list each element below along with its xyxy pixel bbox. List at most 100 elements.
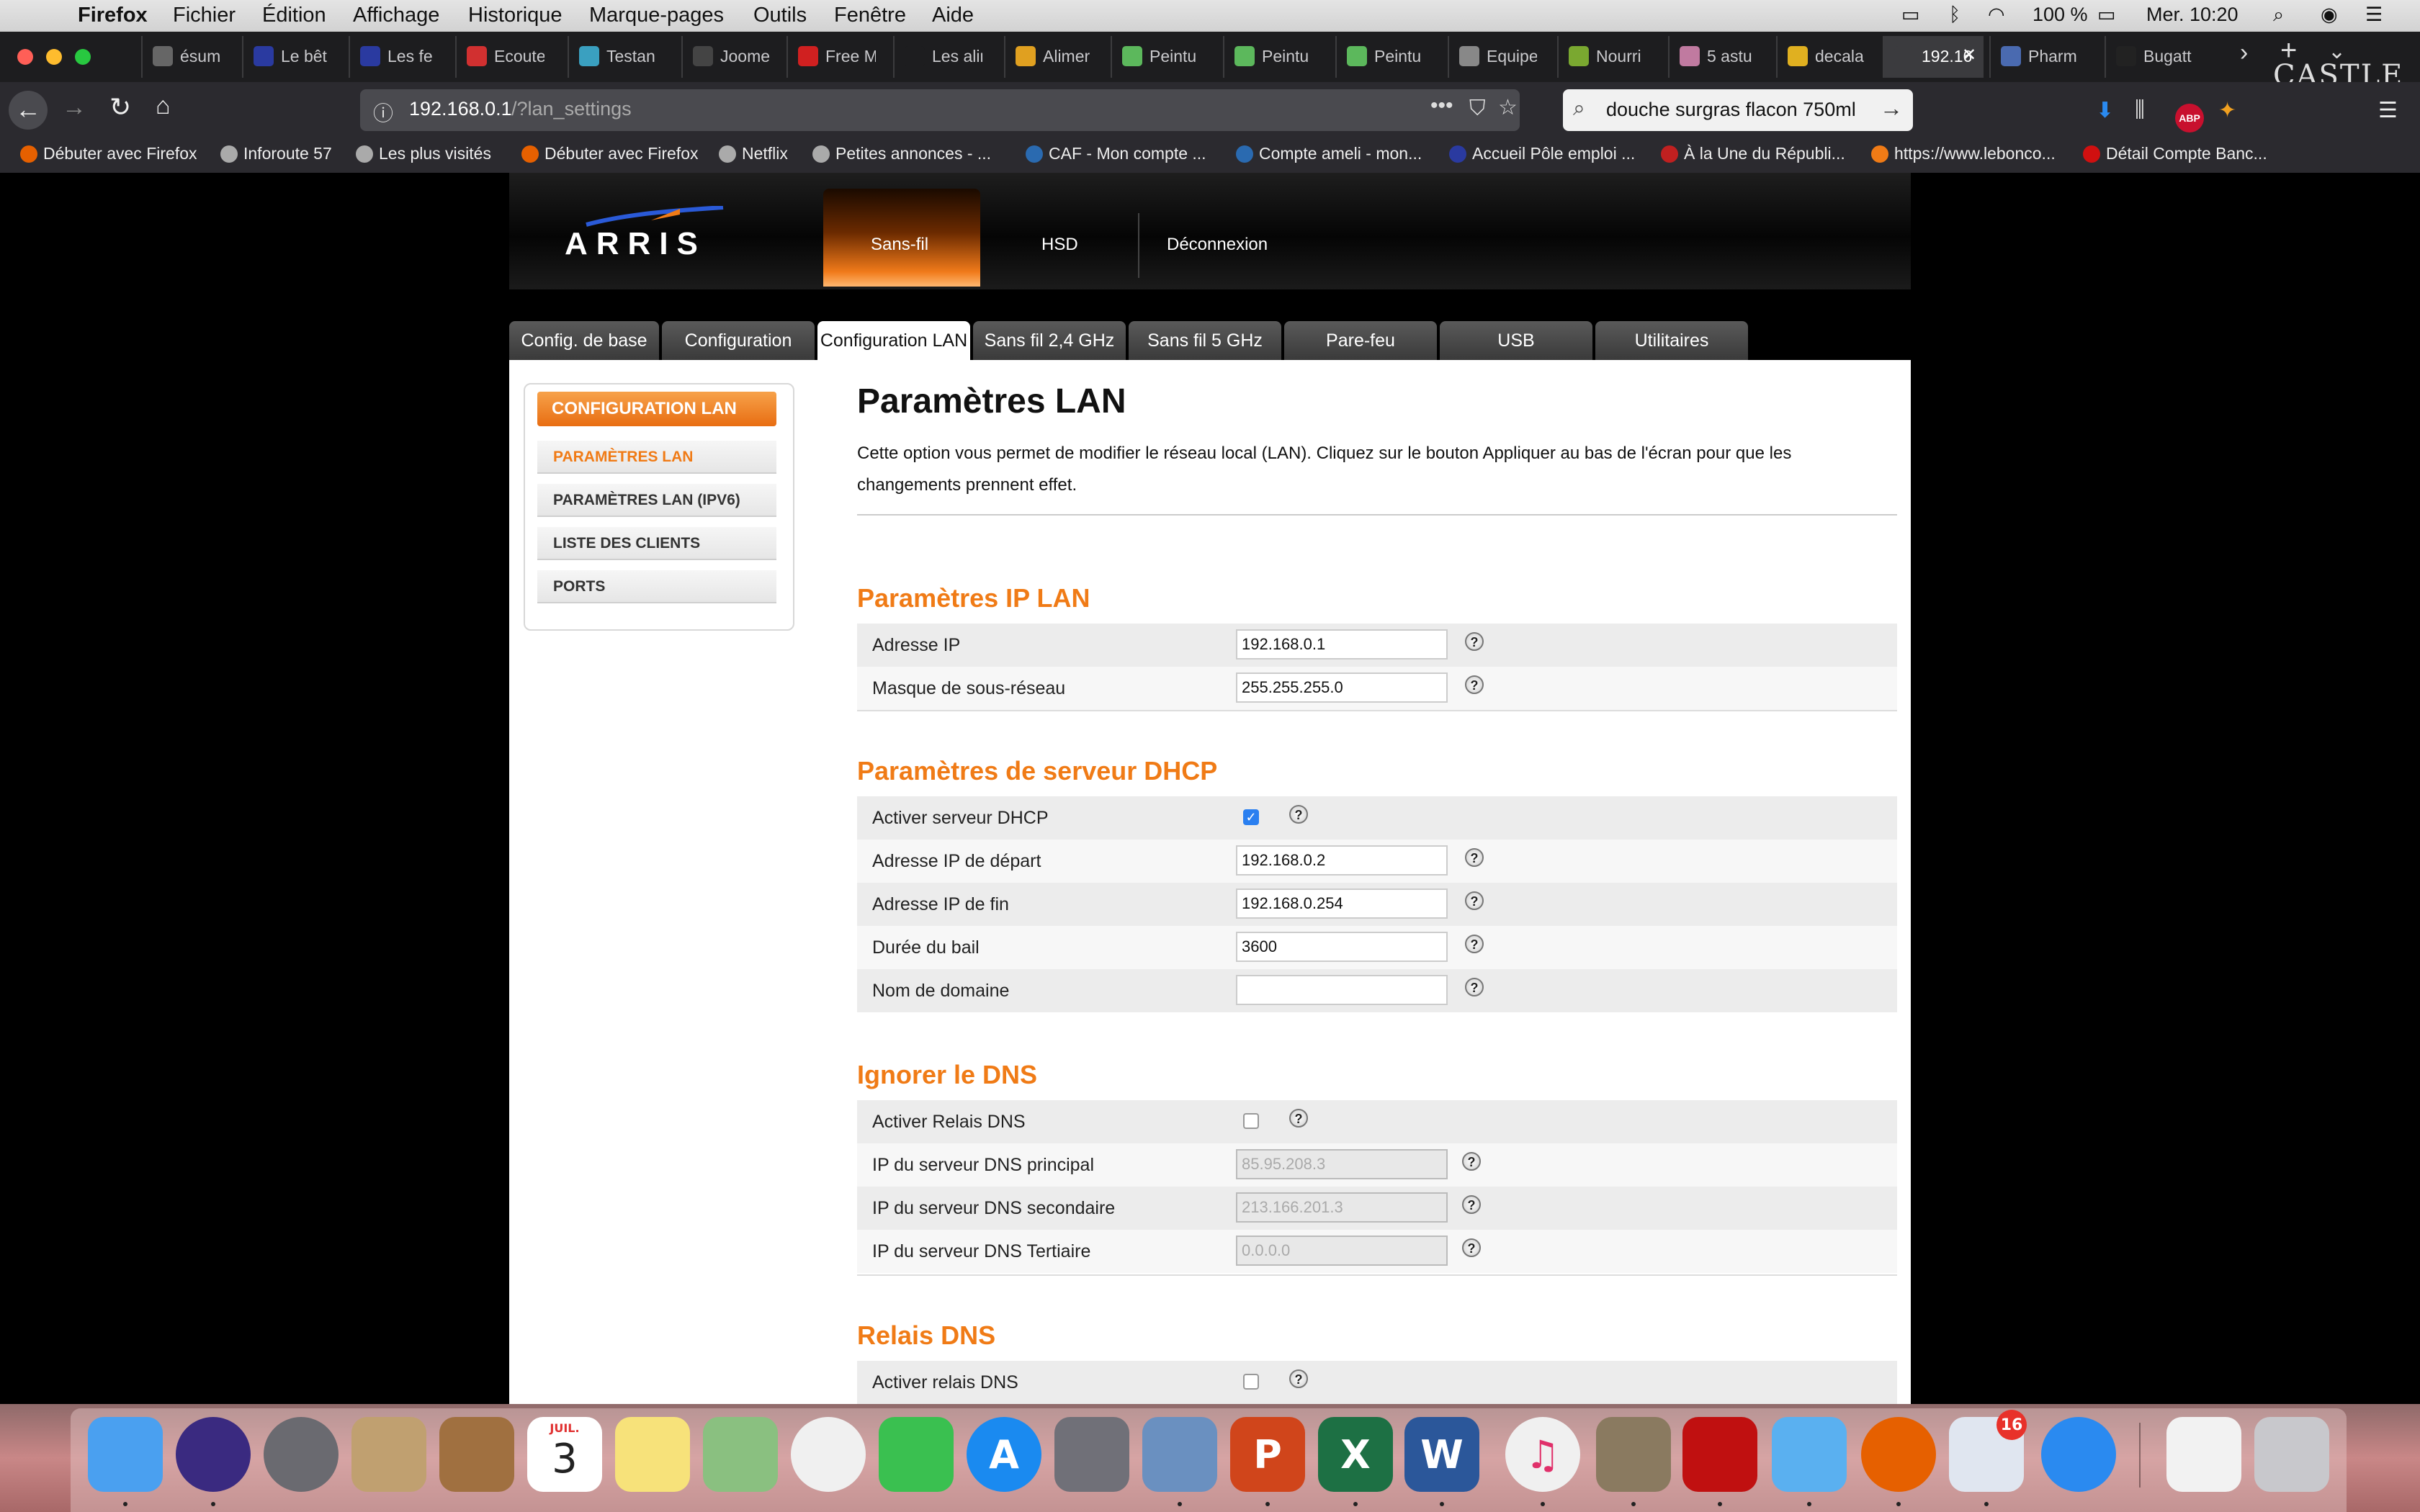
download-icon[interactable]: ⬇	[2096, 98, 2114, 123]
bookmark-item[interactable]: Accueil Pôle emploi ...	[1449, 144, 1635, 163]
reload-icon[interactable]: ↻	[109, 92, 131, 122]
app-menu-firefox[interactable]: Firefox	[78, 4, 148, 27]
bookmark-item[interactable]: À la Une du Républi...	[1661, 144, 1845, 163]
menu-fenetre[interactable]: Fenêtre	[834, 4, 906, 27]
sidebar-item-liste-clients[interactable]: LISTE DES CLIENTS	[537, 527, 776, 560]
help-icon[interactable]: ?	[1462, 1152, 1481, 1171]
search-go-icon[interactable]: →	[1880, 95, 1903, 122]
menu-edition[interactable]: Édition	[262, 4, 326, 27]
help-icon[interactable]: ?	[1465, 675, 1484, 694]
help-icon[interactable]: ?	[1289, 1369, 1308, 1388]
extension-icon[interactable]: ✦	[2218, 98, 2236, 123]
help-icon[interactable]: ?	[1465, 632, 1484, 651]
bluetooth-icon[interactable]: ᛒ	[1949, 4, 1960, 26]
browser-tab[interactable]: Equipe	[1448, 36, 1549, 78]
help-icon[interactable]: ?	[1465, 935, 1484, 953]
app-store-icon[interactable]: A	[967, 1417, 1041, 1492]
facetime-icon[interactable]	[879, 1417, 954, 1492]
word-icon[interactable]: W	[1404, 1417, 1479, 1492]
siri-icon[interactable]	[176, 1417, 251, 1492]
bookmark-item[interactable]: Inforoute 57	[220, 144, 332, 163]
airplay-icon[interactable]: ▭	[1901, 4, 1920, 26]
subtab-config-wan[interactable]: Configuration WAN	[662, 321, 815, 390]
bookmark-item[interactable]: https://www.leboncо...	[1871, 144, 2056, 163]
menu-affichage[interactable]: Affichage	[353, 4, 439, 27]
window-close-button[interactable]	[17, 49, 33, 65]
subtab-wifi-5[interactable]: Sans fil 5 GHz	[1129, 321, 1281, 360]
browser-tab[interactable]: Peintu	[1111, 36, 1211, 78]
finder-icon[interactable]	[88, 1417, 163, 1492]
help-icon[interactable]: ?	[1289, 805, 1308, 824]
browser-tab[interactable]: decala	[1776, 36, 1877, 78]
browser-tab[interactable]: Alimer	[1004, 36, 1105, 78]
bookmark-item[interactable]: Débuter avec Firefox	[521, 144, 698, 163]
user-icon[interactable]: ◉	[2321, 4, 2338, 26]
page-actions-icon[interactable]: •••	[1430, 94, 1453, 118]
mail-stamp-icon[interactable]	[351, 1417, 426, 1492]
browser-tab[interactable]: Ecoute	[455, 36, 556, 78]
domain-name-input[interactable]	[1236, 975, 1448, 1005]
dhcp-end-input[interactable]	[1236, 888, 1448, 919]
help-icon[interactable]: ?	[1462, 1238, 1481, 1257]
subtab-config-lan[interactable]: Configuration LAN	[817, 321, 970, 360]
subtab-firewall[interactable]: Pare-feu	[1284, 321, 1437, 360]
dns-relay-2-checkbox[interactable]	[1243, 1374, 1259, 1390]
library-icon[interactable]: ⫼	[2135, 98, 2145, 122]
ip-address-input[interactable]	[1236, 629, 1448, 660]
bookmark-star-icon[interactable]: ☆	[1498, 95, 1518, 120]
wifi-icon[interactable]: ◠	[1988, 4, 2005, 26]
bookmark-item[interactable]: Petites annonces - ...	[812, 144, 991, 163]
url-host[interactable]: 192.168.0.1	[409, 98, 512, 120]
forward-button-icon[interactable]: →	[62, 94, 86, 122]
menubar-clock[interactable]: Mer. 10:20	[2146, 4, 2238, 26]
browser-tab[interactable]: Peintu	[1335, 36, 1436, 78]
document-stack-icon[interactable]	[2166, 1417, 2241, 1492]
bookmark-item[interactable]: Détail Compte Banc...	[2083, 144, 2267, 163]
excel-icon[interactable]: X	[1318, 1417, 1393, 1492]
menu-outils[interactable]: Outils	[753, 4, 807, 27]
menu-historique[interactable]: Historique	[468, 4, 563, 27]
help-icon[interactable]: ?	[1465, 978, 1484, 996]
nav-hsd[interactable]: HSD	[1041, 235, 1078, 255]
dns-secondary-input[interactable]	[1236, 1192, 1448, 1223]
window-minimize-button[interactable]	[46, 49, 62, 65]
browser-tab[interactable]: Le bêt	[242, 36, 343, 78]
sidebar-item-parametres-lan-ipv6[interactable]: PARAMÈTRES LAN (IPV6)	[537, 484, 776, 517]
browser-tab[interactable]: Les alimen	[893, 36, 994, 78]
launchpad-icon[interactable]	[264, 1417, 339, 1492]
subtab-config-base[interactable]: Config. de base	[509, 321, 659, 360]
itunes-icon[interactable]: ♫	[1505, 1417, 1580, 1492]
battery-icon[interactable]: ▭	[2097, 4, 2116, 26]
menu-marque-pages[interactable]: Marque-pages	[589, 4, 724, 27]
battery-percent[interactable]: 100 %	[2033, 4, 2088, 26]
nav-sans-fil-label[interactable]: Sans-fil	[871, 235, 928, 255]
browser-tab[interactable]: Pharm	[1989, 36, 2090, 78]
adblock-plus-icon[interactable]: ABP	[2175, 104, 2204, 132]
back-button-icon[interactable]: ←	[9, 91, 48, 130]
calculator-icon[interactable]	[1596, 1417, 1671, 1492]
menu-aide[interactable]: Aide	[932, 4, 974, 27]
bookmark-item[interactable]: Netflix	[719, 144, 788, 163]
calendar-icon[interactable]: JUIL. 3	[527, 1417, 602, 1492]
browser-tab[interactable]: Testan	[568, 36, 668, 78]
subtab-wifi-24[interactable]: Sans fil 2,4 GHz	[973, 321, 1126, 360]
pocket-icon[interactable]: ⛉	[1469, 96, 1486, 121]
url-path[interactable]: /?lan_settings	[511, 98, 632, 120]
tab-scroll-right-icon[interactable]: ›	[2240, 39, 2248, 67]
acrobat-icon[interactable]	[1682, 1417, 1757, 1492]
dns-relay-checkbox[interactable]	[1243, 1113, 1259, 1129]
sidebar-item-ports[interactable]: PORTS	[537, 570, 776, 603]
browser-tab[interactable]: 192.16 ✕	[1883, 36, 1984, 78]
search-input-value[interactable]: douche surgras flacon 750ml	[1606, 99, 1856, 121]
url-bar[interactable]: ⓘ 192.168.0.1 /?lan_settings ••• ⛉ ☆	[360, 89, 1520, 131]
trash-icon[interactable]	[2254, 1417, 2329, 1492]
dhcp-start-input[interactable]	[1236, 845, 1448, 876]
dhcp-lease-input[interactable]	[1236, 932, 1448, 962]
sidebar-item-parametres-lan[interactable]: PARAMÈTRES LAN	[537, 441, 776, 474]
contacts-icon[interactable]	[439, 1417, 514, 1492]
system-preferences-icon[interactable]	[1054, 1417, 1129, 1492]
firefox-icon[interactable]	[1861, 1417, 1936, 1492]
browser-tab[interactable]: Les fe	[349, 36, 449, 78]
browser-tab[interactable]: Peintu	[1223, 36, 1324, 78]
home-icon[interactable]: ⌂	[156, 92, 171, 120]
